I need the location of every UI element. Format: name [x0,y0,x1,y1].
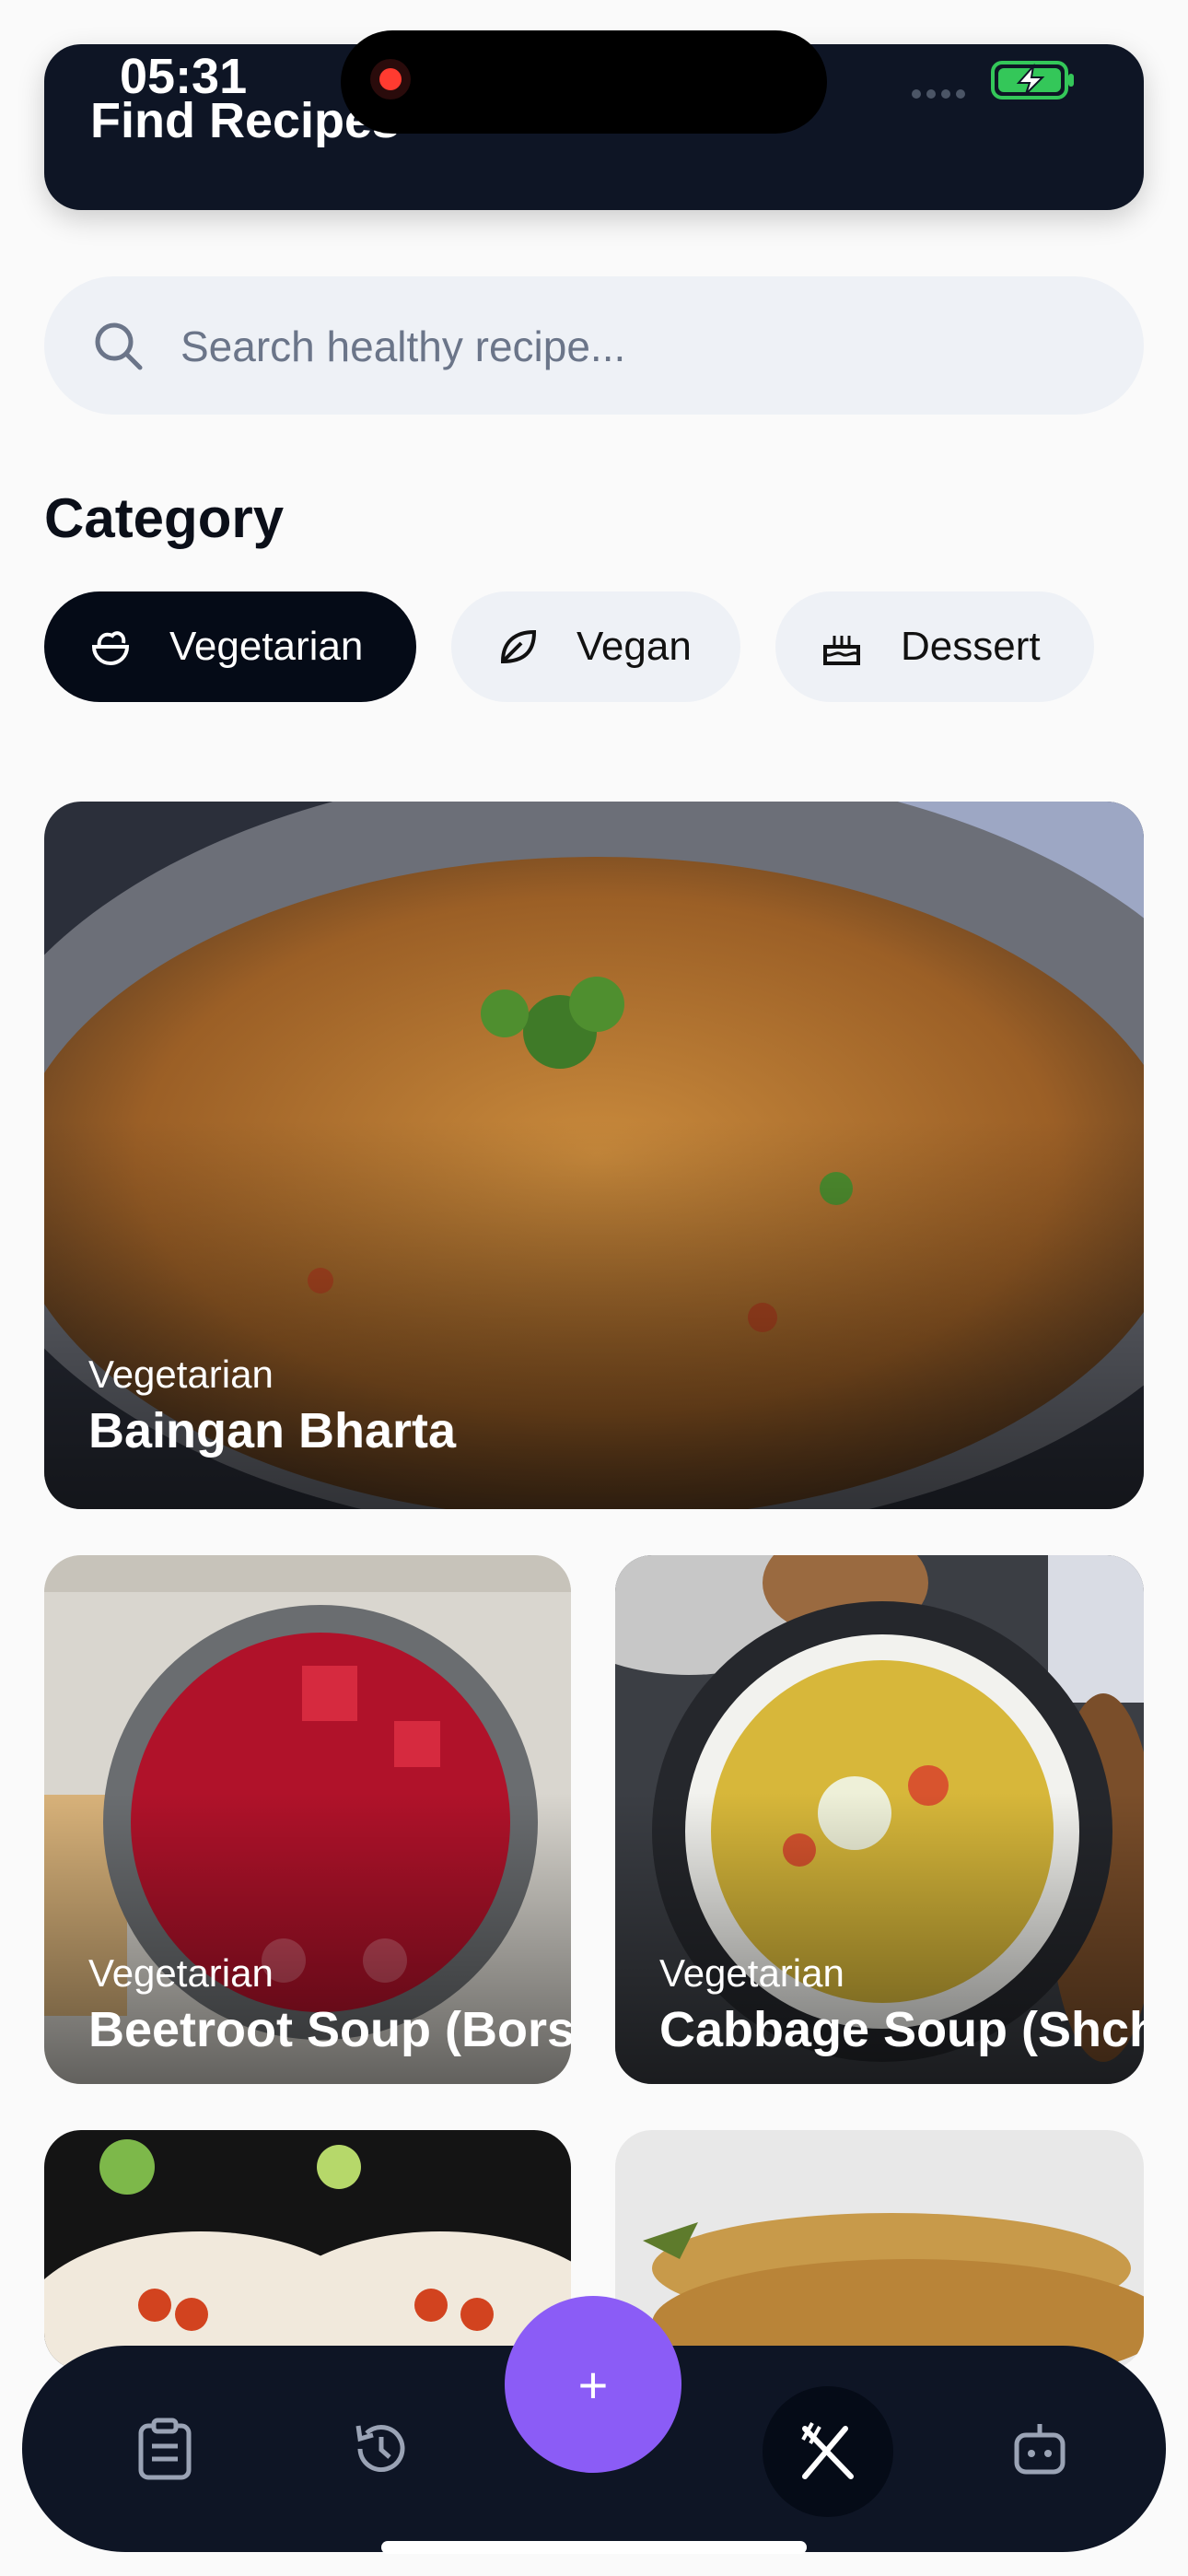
recipe-name: Beetroot Soup (Borscht) [88,2002,571,2057]
recipe-card[interactable]: Vegetarian Cabbage Soup (Shchi) [615,1555,1144,2084]
nav-assistant[interactable] [989,2398,1090,2500]
recipe-card[interactable] [615,2130,1144,2370]
add-button[interactable]: + [505,2296,681,2473]
cake-icon [823,636,860,665]
recipe-name: Baingan Bharta [88,1403,457,1458]
battery-charging-icon [991,61,1074,100]
recipe-category: Vegetarian [88,1951,274,1995]
history-icon [355,2425,405,2473]
chip-vegetarian[interactable]: Vegetarian [44,591,416,702]
recipe-card[interactable]: Vegetarian Baingan Bharta [44,802,1144,1509]
recipe-card[interactable] [44,2130,571,2370]
recipe-image [615,2130,1144,2370]
recipe-name: Cabbage Soup (Shchi) [659,2002,1144,2057]
search-input[interactable] [179,313,1103,380]
status-time: 05:31 [120,49,248,104]
dynamic-island [341,30,827,134]
chip-label: Vegetarian [169,624,364,669]
signal-icon [912,87,971,103]
salad-bowl-icon [91,631,130,666]
recipe-category: Vegetarian [88,1352,274,1396]
clipboard-icon [138,2418,192,2480]
search-bar[interactable] [44,276,1144,415]
nav-recipes-active[interactable] [763,2386,893,2517]
nav-clipboard[interactable] [114,2398,215,2500]
category-heading: Category [44,487,285,549]
leaf-icon [500,629,537,664]
robot-icon [1014,2424,1066,2475]
search-icon [95,322,143,370]
recording-indicator-icon [370,59,411,100]
recipes-icon [801,2422,854,2479]
nav-history[interactable] [331,2398,432,2500]
home-indicator [381,2541,807,2554]
chip-label: Vegan [577,624,692,669]
chip-dessert[interactable]: Dessert [775,591,1094,702]
chip-label: Dessert [901,624,1041,669]
recipe-category: Vegetarian [659,1951,844,1995]
chip-vegan[interactable]: Vegan [451,591,740,702]
recipe-card[interactable]: Vegetarian Beetroot Soup (Borscht) [44,1555,571,2084]
recipe-image [44,2130,571,2370]
